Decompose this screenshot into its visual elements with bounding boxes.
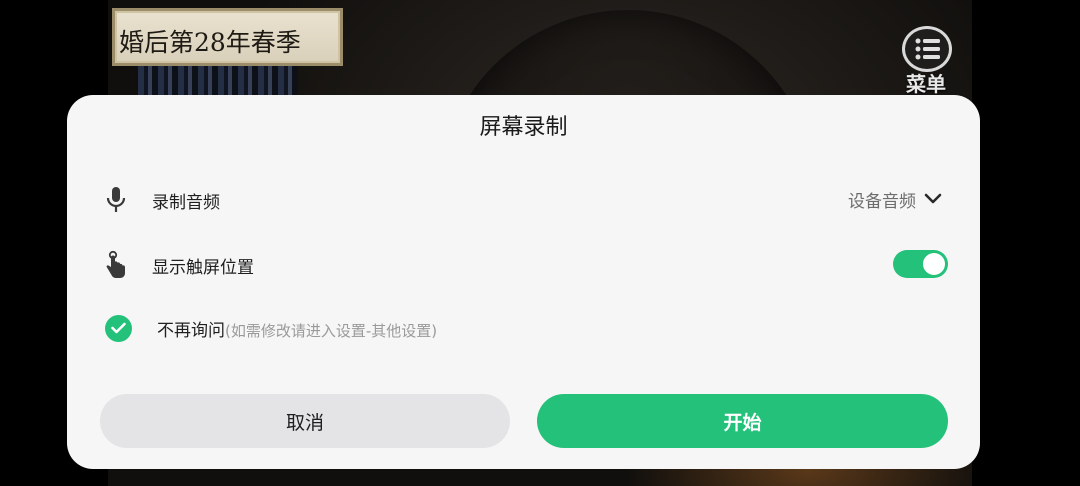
chapter-title-plate: 婚后第28年春季: [112, 8, 343, 66]
dont-ask-text: 不再询问(如需修改请进入设置-其他设置): [157, 316, 437, 341]
dialog-title: 屏幕录制: [479, 115, 568, 140]
show-touches-toggle[interactable]: [893, 250, 948, 278]
record-audio-label: 录制音频: [152, 193, 220, 213]
dont-ask-row: 不再询问(如需修改请进入设置-其他设置): [67, 303, 980, 353]
menu-label: 菜单: [906, 72, 946, 96]
dont-ask-hint: (如需修改请进入设置-其他设置): [225, 322, 438, 340]
start-button[interactable]: 开始: [537, 394, 948, 448]
microphone-icon: [101, 185, 131, 215]
touch-hand-icon: [101, 250, 131, 280]
record-audio-row: 录制音频 设备音频: [67, 175, 980, 225]
chevron-down-icon: [924, 190, 942, 209]
audio-source-dropdown[interactable]: 设备音频: [848, 187, 942, 212]
checkmark-icon: [111, 322, 126, 334]
screen-record-dialog: 屏幕录制 录制音频 设备音频 显示触屏位置 不再询问(如需修改请进入设置-其他设…: [67, 95, 980, 469]
cancel-button[interactable]: 取消: [100, 394, 510, 448]
show-touches-label: 显示触屏位置: [152, 258, 254, 278]
chapter-title: 婚后第28年春季: [119, 28, 301, 57]
audio-source-value: 设备音频: [848, 192, 916, 212]
dont-ask-label: 不再询问: [157, 321, 225, 341]
menu-list-icon: [902, 26, 952, 72]
dont-ask-checkbox[interactable]: [105, 315, 132, 342]
show-touches-row: 显示触屏位置: [67, 240, 980, 290]
toggle-knob: [923, 253, 945, 275]
game-menu-button[interactable]: 菜单: [896, 26, 958, 96]
